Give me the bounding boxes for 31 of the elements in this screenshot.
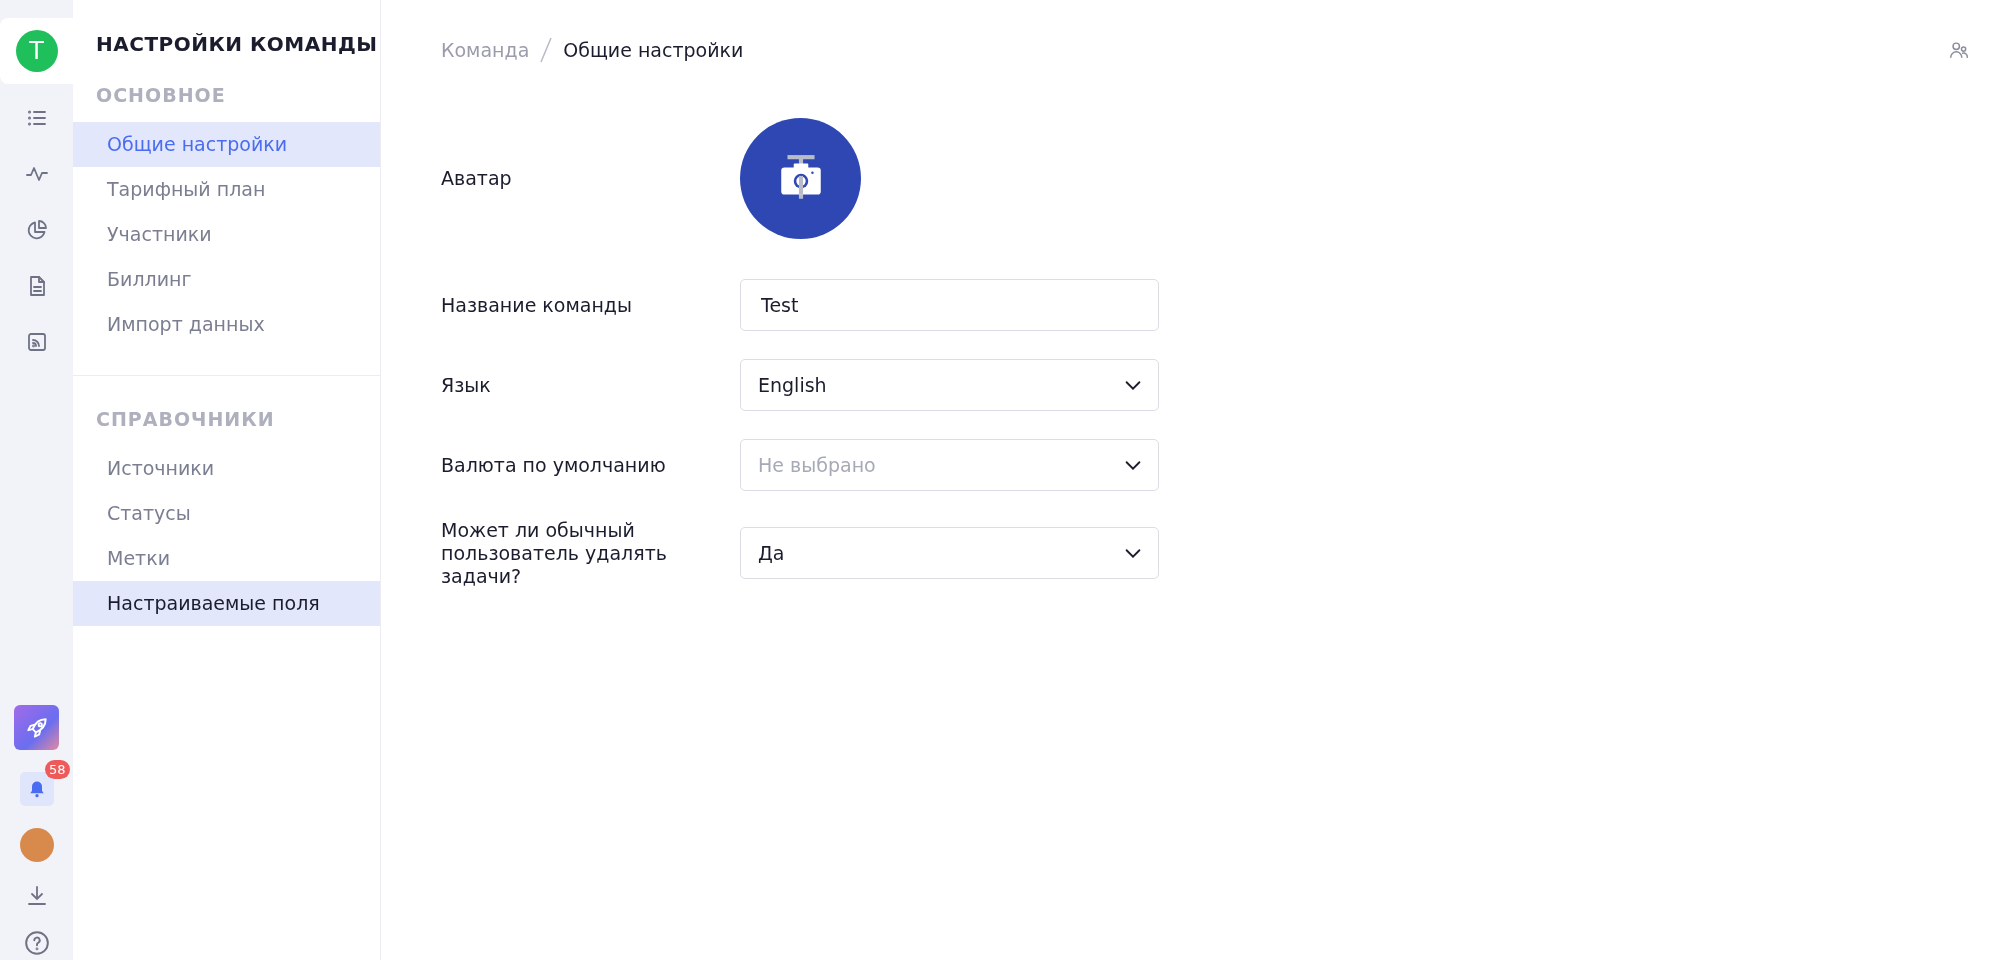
sidebar-item[interactable]: Общие настройки [73, 122, 380, 167]
field-label: Валюта по умолчанию [441, 453, 667, 477]
breadcrumb-separator-icon [539, 36, 554, 64]
sidebar-title: НАСТРОЙКИ КОМАНДЫ [95, 31, 379, 58]
help-icon[interactable] [23, 930, 50, 956]
field-label: Название команды [441, 293, 633, 317]
sidebar-item[interactable]: Биллинг [73, 257, 380, 302]
team-name-input[interactable]: Test [740, 279, 1159, 331]
sidebar-item[interactable]: Статусы [73, 491, 380, 536]
rocket-button[interactable] [14, 705, 59, 750]
sidebar-item[interactable]: Источники [73, 446, 380, 491]
sidebar-item[interactable]: Тарифный план [73, 167, 380, 212]
sidebar-item[interactable]: Импорт данных [73, 302, 380, 347]
user-avatar[interactable] [19, 828, 54, 862]
breadcrumb-item: Общие настройки [563, 39, 744, 61]
notification-badge: 58 [44, 760, 70, 779]
sidebar-item[interactable]: Участники [73, 212, 380, 257]
users-icon[interactable] [1948, 39, 1970, 61]
select-field[interactable]: English [740, 359, 1159, 411]
field-label: Может ли обычный пользователь удалять задачи? [441, 519, 668, 588]
select-field[interactable]: Не выбрано [740, 439, 1159, 491]
field-label: Язык [441, 373, 492, 397]
sidebar-item[interactable]: Настраиваемые поля [73, 581, 380, 626]
section-heading: ОСНОВНОЕ [95, 84, 227, 108]
team-logo-button[interactable]: T [15, 30, 58, 72]
notifications-button[interactable] [19, 772, 54, 806]
breadcrumb-item[interactable]: Команда [441, 39, 530, 61]
sidebar-item[interactable]: Метки [73, 536, 380, 581]
field-label: Аватар [441, 167, 513, 190]
section-heading: СПРАВОЧНИКИ [95, 408, 276, 432]
select-field[interactable]: Да [740, 527, 1159, 580]
